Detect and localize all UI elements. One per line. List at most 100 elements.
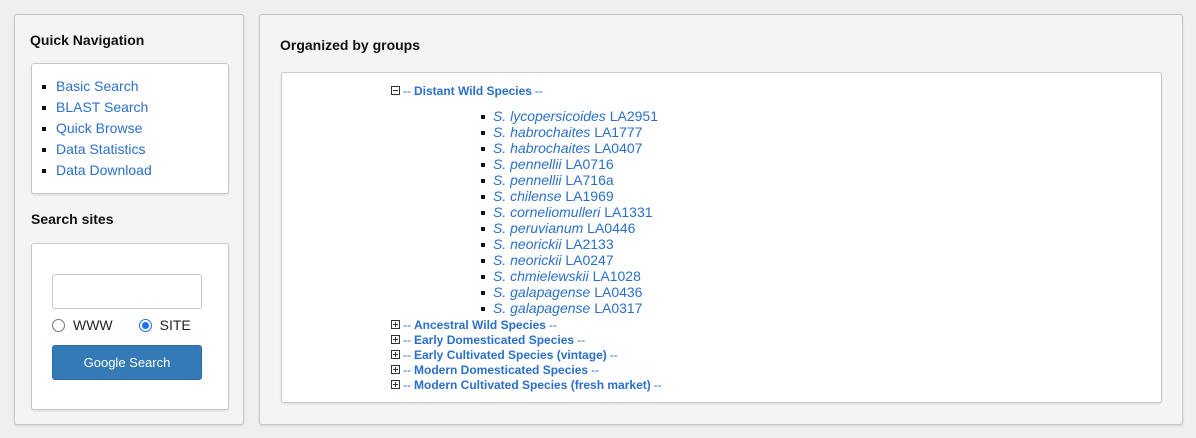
group-row: -- Modern Cultivated Species (fresh marke… bbox=[391, 377, 662, 392]
species-link[interactable]: S. pennellii LA716a bbox=[493, 172, 614, 188]
species-name: S. habrochaites bbox=[493, 140, 591, 156]
accession-id: LA0317 bbox=[594, 300, 643, 316]
accession-id: LA2133 bbox=[565, 236, 614, 252]
data-statistics-link[interactable]: Data Statistics bbox=[56, 141, 145, 157]
group-prefix-dash: -- bbox=[403, 332, 411, 347]
group-row: -- Ancestral Wild Species -- bbox=[391, 317, 557, 332]
page-title: Organized by groups bbox=[280, 37, 421, 53]
collapse-icon[interactable] bbox=[391, 86, 400, 95]
radio-site[interactable] bbox=[138, 318, 152, 332]
nav-item-data-download: Data Download bbox=[40, 160, 228, 181]
accession-id: LA0716 bbox=[565, 156, 614, 172]
species-link[interactable]: S. neorickii LA2133 bbox=[493, 236, 614, 252]
group-prefix-dash: -- bbox=[403, 347, 411, 362]
groups-tree: -- Distant Wild Species -- S. lycopersic… bbox=[281, 72, 1162, 403]
quick-navigation-box: Basic Search BLAST Search Quick Browse D… bbox=[31, 63, 229, 194]
accession-id: LA2951 bbox=[609, 108, 658, 124]
accession-id: LA1028 bbox=[592, 268, 641, 284]
species-link[interactable]: S. galapagense LA0436 bbox=[493, 284, 642, 300]
group-prefix-dash: -- bbox=[403, 377, 411, 392]
expand-icon[interactable] bbox=[391, 380, 400, 389]
species-name: S. chmielewskii bbox=[493, 268, 589, 284]
radio-site-label: SITE bbox=[159, 317, 191, 333]
group-suffix-dash: -- bbox=[609, 347, 618, 362]
quick-browse-link[interactable]: Quick Browse bbox=[56, 120, 142, 136]
expand-icon[interactable] bbox=[391, 350, 400, 359]
species-link[interactable]: S. chilense LA1969 bbox=[493, 188, 614, 204]
species-link[interactable]: S. habrochaites LA1777 bbox=[493, 124, 642, 140]
nav-item-quick-browse: Quick Browse bbox=[40, 118, 228, 139]
group-suffix-dash: -- bbox=[548, 317, 557, 332]
species-item: S. habrochaites LA0407 bbox=[481, 140, 658, 156]
search-sites-title: Search sites bbox=[31, 211, 114, 227]
species-link[interactable]: S. habrochaites LA0407 bbox=[493, 140, 642, 156]
species-name: S. galapagense bbox=[493, 284, 591, 300]
group-suffix-dash: -- bbox=[591, 362, 600, 377]
quick-navigation-list: Basic Search BLAST Search Quick Browse D… bbox=[32, 64, 228, 181]
search-sites-box: WWW SITE Google Search bbox=[31, 243, 229, 410]
data-download-link[interactable]: Data Download bbox=[56, 162, 152, 178]
group-prefix-dash: -- bbox=[403, 317, 411, 332]
species-link[interactable]: S. neorickii LA0247 bbox=[493, 252, 614, 268]
accession-id: LA0436 bbox=[594, 284, 643, 300]
species-item: S. chmielewskii LA1028 bbox=[481, 268, 658, 284]
species-link[interactable]: S. chmielewskii LA1028 bbox=[493, 268, 641, 284]
basic-search-link[interactable]: Basic Search bbox=[56, 78, 138, 94]
species-item: S. pennellii LA716a bbox=[481, 172, 658, 188]
species-item: S. habrochaites LA1777 bbox=[481, 124, 658, 140]
accession-id: LA716a bbox=[565, 172, 614, 188]
species-link[interactable]: S. peruvianum LA0446 bbox=[493, 220, 635, 236]
species-item: S. galapagense LA0317 bbox=[481, 300, 658, 316]
nav-item-blast-search: BLAST Search bbox=[40, 97, 228, 118]
group-prefix-dash: -- bbox=[403, 83, 411, 98]
group-suffix-dash: -- bbox=[653, 377, 662, 392]
species-link[interactable]: S. corneliomulleri LA1331 bbox=[493, 204, 653, 220]
main-panel: Organized by groups -- Distant Wild Spec… bbox=[259, 14, 1183, 425]
species-list: S. lycopersicoides LA2951 S. habrochaites… bbox=[481, 108, 658, 316]
species-name: S. chilense bbox=[493, 188, 562, 204]
species-name: S. lycopersicoides bbox=[493, 108, 606, 124]
species-item: S. pennellii LA0716 bbox=[481, 156, 658, 172]
group-link[interactable]: Modern Domesticated Species bbox=[414, 363, 588, 377]
species-link[interactable]: S. lycopersicoides LA2951 bbox=[493, 108, 658, 124]
radio-www[interactable] bbox=[52, 318, 65, 332]
group-link[interactable]: Early Domesticated Species bbox=[414, 333, 574, 347]
accession-id: LA0446 bbox=[587, 220, 636, 236]
group-distant-wild-species: -- Distant Wild Species -- bbox=[391, 83, 543, 98]
blast-search-link[interactable]: BLAST Search bbox=[56, 99, 148, 115]
species-item: S. chilense LA1969 bbox=[481, 188, 658, 204]
accession-id: LA1777 bbox=[594, 124, 643, 140]
group-row: -- Early Cultivated Species (vintage) -- bbox=[391, 347, 618, 362]
group-link[interactable]: Distant Wild Species bbox=[414, 84, 532, 98]
group-row: -- Early Domesticated Species -- bbox=[391, 332, 585, 347]
expand-icon[interactable] bbox=[391, 320, 400, 329]
species-name: S. habrochaites bbox=[493, 124, 591, 140]
radio-www-label: WWW bbox=[73, 317, 113, 333]
species-name: S. pennellii bbox=[493, 172, 562, 188]
expand-icon[interactable] bbox=[391, 335, 400, 344]
expand-icon[interactable] bbox=[391, 365, 400, 374]
group-link[interactable]: Modern Cultivated Species (fresh market) bbox=[414, 378, 651, 392]
species-item: S. lycopersicoides LA2951 bbox=[481, 108, 658, 124]
nav-item-data-statistics: Data Statistics bbox=[40, 139, 228, 160]
species-item: S. galapagense LA0436 bbox=[481, 284, 658, 300]
species-link[interactable]: S. galapagense LA0317 bbox=[493, 300, 642, 316]
accession-id: LA0247 bbox=[565, 252, 614, 268]
group-suffix-dash: -- bbox=[534, 83, 543, 98]
species-name: S. peruvianum bbox=[493, 220, 584, 236]
accession-id: LA0407 bbox=[594, 140, 643, 156]
group-link[interactable]: Early Cultivated Species (vintage) bbox=[414, 348, 607, 362]
group-row: -- Modern Domesticated Species -- bbox=[391, 362, 599, 377]
sidebar-panel: Quick Navigation Basic Search BLAST Sear… bbox=[14, 14, 244, 425]
species-name: S. pennellii bbox=[493, 156, 562, 172]
species-item: S. neorickii LA2133 bbox=[481, 236, 658, 252]
group-link[interactable]: Ancestral Wild Species bbox=[414, 318, 546, 332]
search-scope-options: WWW SITE bbox=[52, 317, 191, 333]
site-search-input[interactable] bbox=[52, 274, 202, 309]
google-search-button[interactable]: Google Search bbox=[52, 345, 202, 380]
species-item: S. peruvianum LA0446 bbox=[481, 220, 658, 236]
group-prefix-dash: -- bbox=[403, 362, 411, 377]
nav-item-basic-search: Basic Search bbox=[40, 76, 228, 97]
species-name: S. galapagense bbox=[493, 300, 591, 316]
species-link[interactable]: S. pennellii LA0716 bbox=[493, 156, 614, 172]
